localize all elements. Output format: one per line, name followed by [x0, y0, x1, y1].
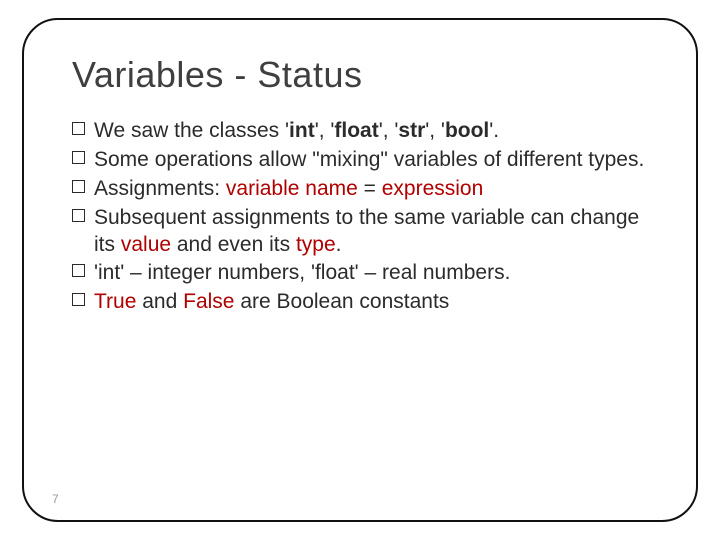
- text: '.: [489, 119, 499, 142]
- class-str: str: [398, 119, 425, 142]
- const-true: True: [94, 290, 136, 313]
- text: ', ': [315, 119, 335, 142]
- page-number: 7: [52, 492, 59, 506]
- text: and even its: [171, 233, 296, 256]
- bullet-item-5: 'int' – integer numbers, 'float' – real …: [72, 260, 648, 287]
- class-float: float: [334, 119, 378, 142]
- assign-varname: variable name: [226, 177, 358, 200]
- text: ', ': [425, 119, 445, 142]
- text: are Boolean constants: [234, 290, 449, 313]
- class-int: int: [289, 119, 315, 142]
- text: We saw the classes ': [94, 119, 289, 142]
- text: and: [136, 290, 183, 313]
- text: Some operations allow "mixing" variables…: [94, 148, 644, 171]
- assign-expression: expression: [382, 177, 484, 200]
- bullet-list: We saw the classes 'int', 'float', 'str'…: [72, 118, 648, 316]
- bullet-item-1: We saw the classes 'int', 'float', 'str'…: [72, 118, 648, 145]
- bullet-item-4: Subsequent assignments to the same varia…: [72, 205, 648, 259]
- const-false: False: [183, 290, 234, 313]
- bullet-item-3: Assignments: variable name = expression: [72, 176, 648, 203]
- word-type: type: [296, 233, 336, 256]
- text: Assignments:: [94, 177, 226, 200]
- text: 'int' – integer numbers, 'float' – real …: [94, 261, 510, 284]
- bullet-item-6: True and False are Boolean constants: [72, 289, 648, 316]
- text: .: [336, 233, 342, 256]
- slide: Variables - Status We saw the classes 'i…: [0, 0, 720, 540]
- slide-title: Variables - Status: [72, 54, 648, 96]
- text: ', ': [379, 119, 399, 142]
- text: =: [358, 177, 382, 200]
- bullet-item-2: Some operations allow "mixing" variables…: [72, 147, 648, 174]
- slide-frame: Variables - Status We saw the classes 'i…: [22, 18, 698, 522]
- class-bool: bool: [445, 119, 489, 142]
- word-value: value: [121, 233, 171, 256]
